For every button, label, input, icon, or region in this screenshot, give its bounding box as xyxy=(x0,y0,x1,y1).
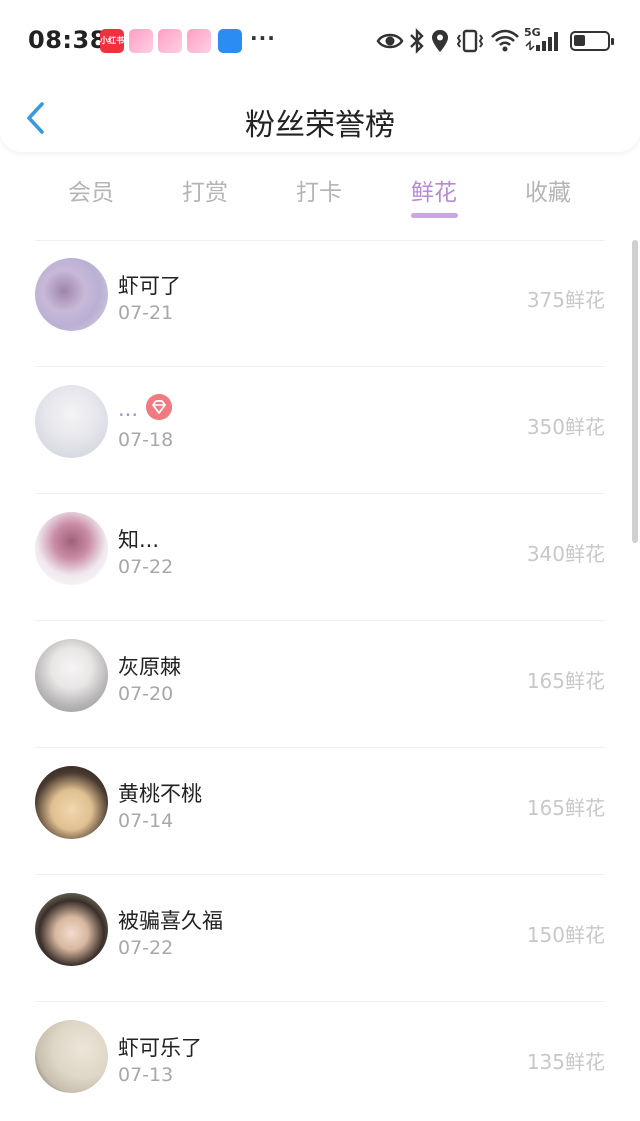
avatar[interactable] xyxy=(35,512,108,585)
xiaohongshu-notification-icon: 小红书 xyxy=(100,29,124,53)
fan-date: 07-20 xyxy=(118,683,174,705)
wifi-icon xyxy=(491,29,519,52)
fan-name: ... xyxy=(118,397,139,421)
fan-date: 07-18 xyxy=(118,429,174,451)
tab-reward[interactable]: 打赏 xyxy=(155,173,255,207)
fan-name: 被骗喜久福 xyxy=(118,909,223,933)
flower-count: 340鲜花 xyxy=(526,542,605,566)
fan-name: 知... xyxy=(118,528,160,552)
page-title: 粉丝荣誉榜 xyxy=(245,108,395,143)
tab-active-indicator xyxy=(411,213,458,218)
tab-flowers[interactable]: 鲜花 xyxy=(384,173,484,207)
page-header: 粉丝荣誉榜 xyxy=(0,90,640,146)
flower-count: 165鲜花 xyxy=(526,669,605,693)
top-card: 08:38 小红书 ··· 5G 粉丝荣誉榜 xyxy=(0,0,640,152)
flower-count: 375鲜花 xyxy=(526,288,605,312)
eye-icon xyxy=(376,33,404,49)
vibrate-icon xyxy=(456,29,484,53)
flower-count: 350鲜花 xyxy=(526,415,605,439)
fan-date: 07-13 xyxy=(118,1064,174,1086)
app-notification-icon xyxy=(187,29,211,53)
list-item[interactable]: 知... 07-22 340鲜花 xyxy=(0,494,640,621)
app-notification-icon xyxy=(158,29,182,53)
avatar[interactable] xyxy=(35,893,108,966)
tab-checkin[interactable]: 打卡 xyxy=(269,173,369,207)
tab-bar: 会员 打赏 打卡 鲜花 收藏 xyxy=(0,165,640,225)
flower-count: 150鲜花 xyxy=(526,923,605,947)
list-item[interactable]: 被骗喜久福 07-22 150鲜花 xyxy=(0,875,640,1002)
vip-diamond-icon xyxy=(146,394,172,420)
fan-date: 07-22 xyxy=(118,937,174,959)
list-item[interactable]: ... 07-18 350鲜花 xyxy=(0,367,640,494)
avatar[interactable] xyxy=(35,766,108,839)
avatar[interactable] xyxy=(35,1020,108,1093)
battery-icon xyxy=(570,31,614,51)
store-notification-icon xyxy=(218,29,242,53)
tab-collect[interactable]: 收藏 xyxy=(498,173,598,207)
fan-date: 07-14 xyxy=(118,810,174,832)
location-icon xyxy=(432,30,448,52)
more-notifications-icon: ··· xyxy=(250,26,276,50)
list-item[interactable]: 虾可乐了 07-13 135鲜花 xyxy=(0,1002,640,1121)
list-item[interactable]: 虾可了 07-21 375鲜花 xyxy=(0,240,640,367)
scrollbar[interactable] xyxy=(632,240,638,543)
app-notification-icon xyxy=(129,29,153,53)
cellular-signal-icon xyxy=(525,32,558,51)
avatar[interactable] xyxy=(35,639,108,712)
avatar[interactable] xyxy=(35,258,108,331)
status-time: 08:38 xyxy=(28,26,107,54)
avatar[interactable] xyxy=(35,385,108,458)
flower-count: 135鲜花 xyxy=(526,1050,605,1074)
fan-name: 黄桃不桃 xyxy=(118,782,202,806)
fan-name: 灰原棘 xyxy=(118,655,181,679)
flower-count: 165鲜花 xyxy=(526,796,605,820)
fan-name: 虾可了 xyxy=(118,274,181,298)
bluetooth-icon xyxy=(410,28,424,54)
tab-member[interactable]: 会员 xyxy=(41,173,141,207)
status-bar: 08:38 小红书 ··· 5G xyxy=(0,0,640,80)
fan-name: 虾可乐了 xyxy=(118,1036,202,1060)
fan-ranking-list: 虾可了 07-21 375鲜花 ... 07-18 350鲜花 知... 07-… xyxy=(0,240,640,1121)
list-item[interactable]: 灰原棘 07-20 165鲜花 xyxy=(0,621,640,748)
list-item[interactable]: 黄桃不桃 07-14 165鲜花 xyxy=(0,748,640,875)
fan-date: 07-21 xyxy=(118,302,174,324)
fan-date: 07-22 xyxy=(118,556,174,578)
